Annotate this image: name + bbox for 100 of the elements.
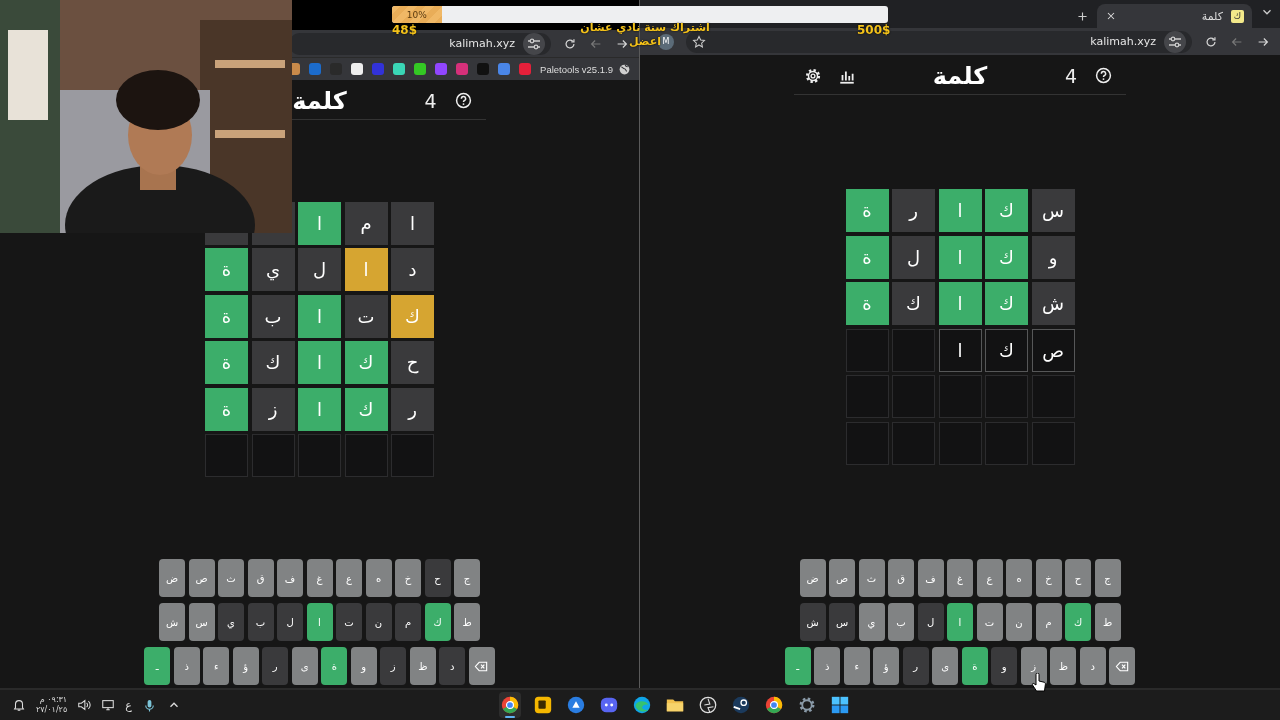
key[interactable]: ظ xyxy=(1050,647,1077,685)
reload-icon[interactable] xyxy=(563,36,577,51)
key[interactable]: ح xyxy=(1065,559,1091,597)
key[interactable]: ز xyxy=(1020,647,1047,685)
monitor-icon[interactable] xyxy=(101,698,116,712)
help-icon[interactable] xyxy=(1095,67,1112,84)
key[interactable]: ذ xyxy=(173,647,200,685)
key[interactable]: ه xyxy=(365,559,392,597)
bookmark-link[interactable]: Paletools v25.1.9 xyxy=(540,63,613,75)
key[interactable]: ص xyxy=(188,559,215,597)
key[interactable]: ك xyxy=(1065,603,1091,641)
clock-date[interactable]: ٢٧/٠١/٢٥ xyxy=(36,705,68,715)
browser-tab[interactable]: ك كلمة xyxy=(1097,4,1252,28)
enter-key[interactable]: ـ xyxy=(144,647,171,685)
key[interactable]: ق xyxy=(888,559,914,597)
clock-time[interactable]: ٠٩:٣١ م xyxy=(36,695,68,705)
key[interactable]: ء xyxy=(843,647,870,685)
key[interactable]: س xyxy=(829,603,855,641)
progress-label: 10% xyxy=(406,9,427,20)
key[interactable]: س xyxy=(188,603,215,641)
key[interactable]: د xyxy=(439,647,466,685)
letter-tile: ل xyxy=(298,248,341,292)
tune-icon[interactable] xyxy=(523,32,545,55)
key[interactable]: ي xyxy=(858,603,885,641)
bookmark-icon[interactable] xyxy=(393,63,406,75)
new-tab-icon[interactable] xyxy=(1076,10,1089,23)
key[interactable]: ص xyxy=(829,559,855,597)
key[interactable]: غ xyxy=(306,559,333,597)
globe-icon[interactable] xyxy=(618,62,631,76)
key[interactable]: ط xyxy=(454,603,480,641)
key[interactable]: ث xyxy=(858,559,885,597)
key[interactable]: ؤ xyxy=(232,647,259,685)
key[interactable]: ذ xyxy=(814,647,841,685)
key[interactable]: ز xyxy=(380,647,407,685)
key[interactable]: ن xyxy=(1006,603,1032,641)
reload-icon[interactable] xyxy=(1204,34,1218,49)
key[interactable]: ب xyxy=(888,603,914,641)
key[interactable]: ت xyxy=(336,603,362,641)
key[interactable]: ج xyxy=(1094,559,1121,597)
key[interactable]: ب xyxy=(247,603,274,641)
key[interactable]: ض xyxy=(159,559,185,597)
taskbar-button[interactable] xyxy=(498,692,521,718)
key[interactable]: ظ xyxy=(409,647,436,685)
letter-tile: ة xyxy=(845,189,889,233)
close-icon[interactable] xyxy=(1105,10,1117,22)
key[interactable]: ا xyxy=(306,603,333,641)
key[interactable]: غ xyxy=(947,559,973,597)
key[interactable]: خ xyxy=(1035,559,1062,597)
key[interactable]: ن xyxy=(365,603,392,641)
key[interactable]: ى xyxy=(932,647,959,685)
bookmark-icon[interactable] xyxy=(351,63,364,75)
key[interactable]: د xyxy=(1079,647,1106,685)
key[interactable]: ا xyxy=(947,603,973,641)
key[interactable]: ر xyxy=(902,647,929,685)
bookmark-icon[interactable] xyxy=(414,63,427,75)
empty-tile xyxy=(938,375,982,419)
settings-icon[interactable] xyxy=(804,66,822,85)
key[interactable]: و xyxy=(350,647,377,685)
key[interactable]: ي xyxy=(218,603,244,641)
key[interactable]: ة xyxy=(321,647,348,685)
key[interactable]: ق xyxy=(247,559,274,597)
key[interactable]: ح xyxy=(424,559,451,597)
key[interactable]: ف xyxy=(277,559,303,597)
key[interactable]: خ xyxy=(395,559,421,597)
backspace-key[interactable] xyxy=(468,647,495,685)
key[interactable]: ؤ xyxy=(873,647,900,685)
key[interactable]: ة xyxy=(961,647,988,685)
bell-icon[interactable] xyxy=(12,698,26,712)
key[interactable]: ه xyxy=(1006,559,1032,597)
key[interactable]: ى xyxy=(291,647,318,685)
letter-tile: ة xyxy=(845,235,889,279)
key[interactable]: ل xyxy=(917,603,944,641)
speaker-icon[interactable] xyxy=(77,698,92,712)
key[interactable]: ط xyxy=(1094,603,1121,641)
empty-tile xyxy=(205,434,248,478)
key[interactable]: ش xyxy=(799,603,826,641)
language-indicator[interactable]: ع xyxy=(125,698,132,712)
star-icon[interactable] xyxy=(692,34,706,49)
letter-tile: ك xyxy=(892,282,935,326)
help-icon[interactable] xyxy=(454,92,472,109)
key[interactable]: ف xyxy=(917,559,944,597)
key[interactable]: ع xyxy=(976,559,1003,597)
game-title: كلمة xyxy=(292,86,347,115)
key[interactable]: ك xyxy=(424,603,451,641)
key[interactable]: ث xyxy=(218,559,244,597)
key[interactable]: م xyxy=(1035,603,1062,641)
key[interactable]: ش xyxy=(159,603,185,641)
key[interactable]: ض xyxy=(799,559,826,597)
key[interactable]: م xyxy=(395,603,421,641)
key[interactable]: ع xyxy=(336,559,362,597)
key[interactable]: ل xyxy=(277,603,303,641)
key[interactable]: ر xyxy=(262,647,289,685)
enter-key[interactable]: ـ xyxy=(784,647,811,685)
key[interactable]: ج xyxy=(454,559,480,597)
key[interactable]: ت xyxy=(976,603,1003,641)
key[interactable]: و xyxy=(991,647,1018,685)
backspace-key[interactable] xyxy=(1109,647,1136,685)
key[interactable]: ء xyxy=(203,647,230,685)
letter-tile: ر xyxy=(391,387,434,431)
tune-icon[interactable] xyxy=(1164,30,1186,53)
